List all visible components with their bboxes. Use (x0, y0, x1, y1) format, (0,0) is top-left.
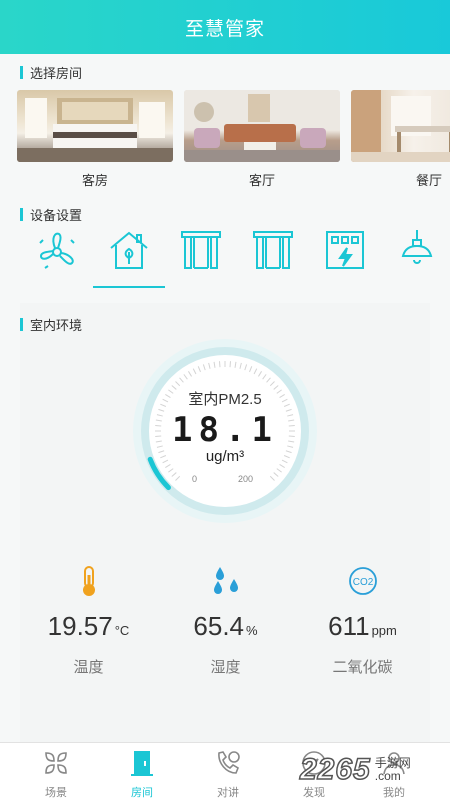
room-card-livingroom[interactable]: 客厅 (184, 90, 340, 190)
scene-grid-icon (45, 752, 67, 774)
humidity-label: 湿度 (210, 659, 241, 676)
device-selector (0, 228, 450, 294)
device-fan[interactable] (21, 228, 93, 288)
co2-label: 二氧化碳 (332, 659, 393, 676)
room-label-diningroom: 餐厅 (415, 173, 442, 188)
door-icon (131, 751, 153, 776)
app-title: 至慧管家 (184, 18, 265, 40)
section-marker (20, 208, 23, 221)
co2-icon: CO2 (294, 565, 431, 597)
fan-icon (39, 232, 75, 269)
pm25-gauge: 室内PM2.5 18.1 ug/m³ 0 200 (130, 336, 320, 526)
power-box-icon (326, 231, 364, 269)
intercom-icon (218, 751, 240, 774)
site-watermark: 2265 手游网 .com (299, 745, 450, 795)
tab-intercom-label: 对讲 (217, 787, 239, 799)
curtain-icon (181, 231, 221, 269)
tab-room-label: 房间 (131, 787, 153, 799)
device-curtain-2[interactable] (237, 228, 309, 288)
watermark-number: 2265 (299, 752, 371, 787)
metric-temperature: 19.57 °C 温度 (20, 565, 157, 677)
temperature-label: 温度 (73, 659, 104, 676)
pm25-value: 18.1 (172, 410, 278, 450)
environment-metrics: 19.57 °C 温度 65.4% 湿度 CO2 611 ppm 二氧化碳 (20, 565, 430, 685)
section-marker (20, 318, 23, 331)
metric-co2: CO2 611 ppm 二氧化碳 (294, 565, 431, 677)
device-power-box[interactable] (309, 228, 381, 288)
rooms-section-title: 选择房间 (20, 63, 82, 82)
watermark-site: 手游网 .com (374, 756, 411, 783)
app-header: 至慧管家 (0, 0, 450, 54)
temperature-value-line: 19.57 °C (47, 611, 130, 641)
tab-intercom[interactable]: 对讲 (183, 749, 273, 800)
device-curtain-1[interactable] (165, 228, 237, 288)
room-photo-diningroom (351, 90, 450, 162)
pm25-unit: ug/m³ (205, 448, 245, 465)
thermometer-icon (20, 565, 157, 597)
env-section-label: 室内环境 (30, 318, 83, 333)
rooms-section-label: 选择房间 (30, 66, 83, 81)
tab-scene[interactable]: 场景 (11, 749, 101, 800)
tab-room[interactable]: 房间 (97, 749, 187, 800)
home-icon (110, 231, 148, 269)
humidity-value-line: 65.4% (193, 611, 258, 641)
device-ceiling-lamp[interactable] (381, 228, 450, 288)
water-drops-icon (157, 565, 294, 597)
devices-section-title: 设备设置 (20, 205, 82, 224)
curtain-icon (253, 231, 293, 269)
device-home[interactable] (93, 228, 165, 288)
tab-scene-label: 场景 (45, 787, 67, 799)
pm25-label: 室内PM2.5 (188, 391, 262, 408)
co2-value-line: 611 ppm (328, 611, 397, 641)
env-section-title: 室内环境 (20, 315, 82, 334)
devices-section-label: 设备设置 (30, 208, 83, 223)
room-selector: 客房 客厅 餐厅 (0, 90, 450, 190)
room-photo-guestroom (17, 90, 173, 162)
svg-text:CO2: CO2 (352, 577, 373, 588)
metric-humidity: 65.4% 湿度 (157, 565, 294, 677)
room-card-guestroom[interactable]: 客房 (17, 90, 173, 188)
pm25-scale-min: 0 (192, 474, 198, 484)
pm25-scale-max: 200 (238, 474, 254, 484)
section-marker (20, 66, 23, 79)
ceiling-lamp-icon (401, 230, 433, 264)
room-label-guestroom: 客房 (81, 173, 108, 188)
room-photo-livingroom (184, 90, 340, 162)
room-label-livingroom: 客厅 (184, 170, 340, 190)
room-card-diningroom[interactable]: 餐厅 (351, 90, 450, 188)
